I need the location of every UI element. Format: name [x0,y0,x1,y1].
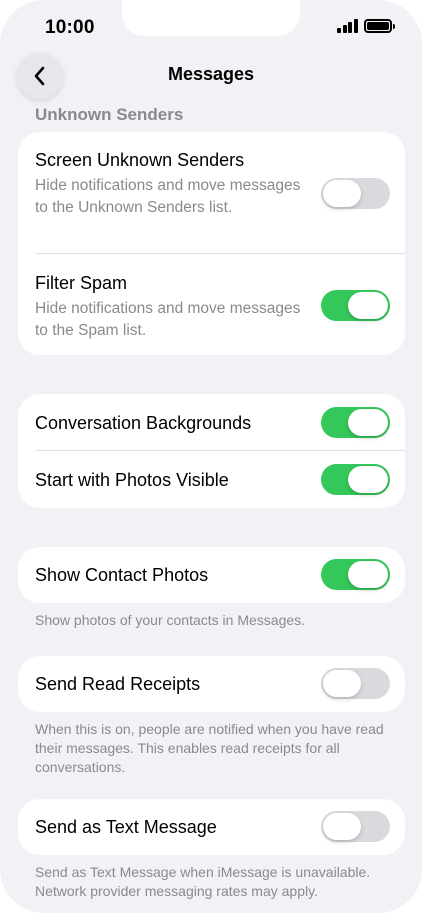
cellular-signal-icon [337,19,358,33]
section-header-unknown-senders: Unknown Senders [35,105,184,124]
conversation-backgrounds-title: Conversation Backgrounds [35,413,252,433]
screen-unknown-senders-description: Hide notifications and move messages to … [35,177,301,216]
screen-unknown-senders-toggle[interactable] [321,178,390,209]
filter-spam-title: Filter Spam [35,273,128,293]
conversation-backgrounds-toggle[interactable] [321,407,390,438]
send-as-text-toggle[interactable] [321,811,390,842]
send-as-text-title: Send as Text Message [35,817,217,837]
text-message-card: Send as Text Message [18,799,405,855]
battery-icon [364,19,395,33]
text-message-footnote: Send as Text Message when iMessage is un… [35,864,371,899]
contact-photos-card: Show Contact Photos [18,547,405,603]
screen-unknown-senders-title: Screen Unknown Senders [35,150,245,170]
conversation-backgrounds-row[interactable]: Conversation Backgrounds [18,394,405,451]
show-contact-photos-toggle[interactable] [321,559,390,590]
filter-spam-row[interactable]: Filter Spam Hide notifications and move … [18,254,405,355]
show-contact-photos-title: Show Contact Photos [35,565,209,585]
screen-unknown-senders-row[interactable]: Screen Unknown Senders Hide notification… [18,132,405,254]
send-read-receipts-row[interactable]: Send Read Receipts [18,656,405,712]
device-notch [122,0,300,36]
status-icons [337,19,397,35]
filter-spam-toggle[interactable] [321,290,390,321]
unknown-senders-card: Screen Unknown Senders Hide notification… [18,132,405,355]
filter-spam-description: Hide notifications and move messages to … [35,300,301,339]
start-photos-visible-toggle[interactable] [321,464,390,495]
contact-photos-footnote: Show photos of your contacts in Messages… [35,612,306,628]
read-receipts-card: Send Read Receipts [18,656,405,712]
read-receipts-footnote: When this is on, people are notified whe… [35,721,384,775]
show-contact-photos-row[interactable]: Show Contact Photos [18,547,405,603]
start-photos-visible-title: Start with Photos Visible [35,470,229,490]
page-title: Messages [167,64,255,84]
conversation-card: Conversation Backgrounds Start with Phot… [18,394,405,508]
send-read-receipts-toggle[interactable] [321,668,390,699]
send-read-receipts-title: Send Read Receipts [35,674,201,694]
send-as-text-row[interactable]: Send as Text Message [18,799,405,855]
phone-screen: 10:00 Messages Unknown Senders Screen Un… [0,0,422,913]
status-bar: 10:00 [0,0,422,54]
status-time: 10:00 [45,17,95,38]
start-photos-visible-row[interactable]: Start with Photos Visible [18,451,405,508]
